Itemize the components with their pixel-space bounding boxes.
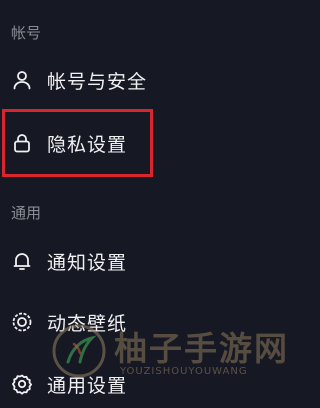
- wallpaper-icon: [11, 311, 33, 333]
- menu-item-label: 帐号与安全: [47, 70, 148, 93]
- gear-icon: [11, 373, 33, 395]
- person-icon: [11, 69, 33, 91]
- menu-item-label: 动态壁纸: [47, 312, 128, 335]
- menu-item-general-settings[interactable]: 通用设置: [0, 360, 300, 408]
- menu-item-account-security[interactable]: 帐号与安全: [0, 56, 300, 104]
- menu-item-privacy-settings[interactable]: 隐私设置: [0, 119, 300, 167]
- bell-icon: [11, 250, 33, 272]
- section-header-account: 帐号: [11, 24, 42, 42]
- menu-item-live-wallpaper[interactable]: 动态壁纸: [0, 298, 300, 346]
- lock-icon: [11, 132, 33, 154]
- menu-item-label: 通用设置: [47, 374, 128, 397]
- menu-item-label: 通知设置: [47, 251, 128, 274]
- section-header-general: 通用: [11, 204, 42, 222]
- menu-item-label: 隐私设置: [47, 133, 128, 156]
- menu-item-notification-settings[interactable]: 通知设置: [0, 237, 300, 285]
